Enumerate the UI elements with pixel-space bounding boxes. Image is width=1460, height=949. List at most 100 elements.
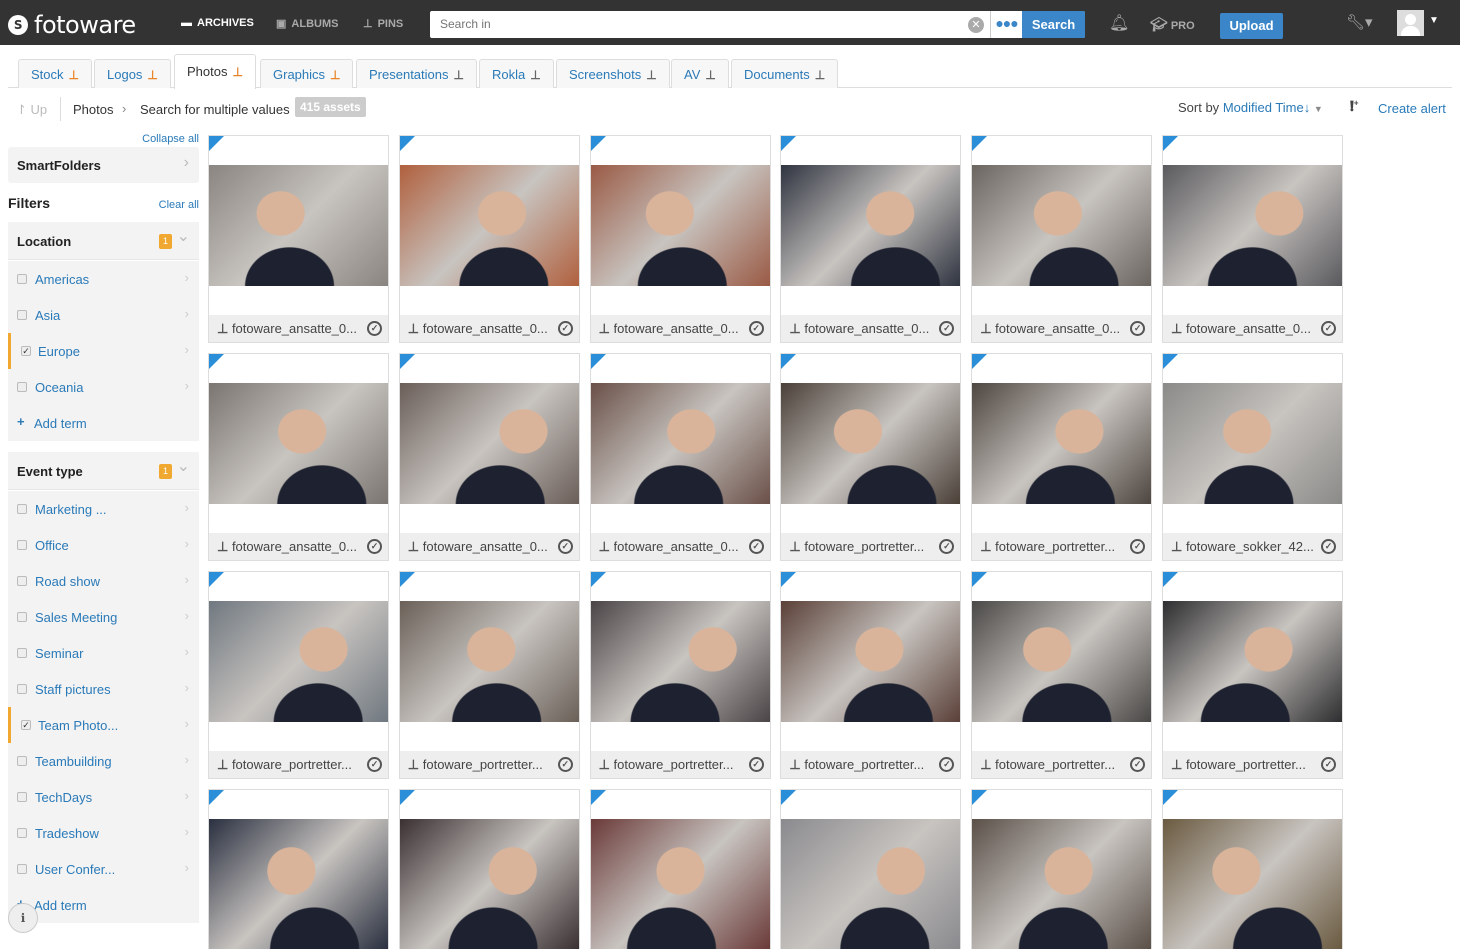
pin-icon[interactable]: ⊥ (408, 321, 423, 336)
asset-card[interactable] (399, 789, 580, 949)
checkbox[interactable] (17, 864, 27, 874)
filter-item[interactable]: Oceania› (8, 369, 199, 405)
up-button[interactable]: ↾ Up (16, 102, 47, 118)
search-button[interactable]: Search (1022, 11, 1085, 38)
asset-card[interactable]: ⊥ fotoware_portretter... ✓ (971, 353, 1152, 561)
asset-card[interactable]: ⊥ fotoware_ansatte_0...✓ (399, 353, 580, 561)
selection-corner[interactable] (209, 354, 224, 369)
filter-item[interactable]: Staff pictures› (8, 671, 199, 707)
asset-card[interactable]: ⊥ fotoware_ansatte_0...✓ (590, 135, 771, 343)
asset-thumbnail[interactable] (781, 601, 960, 722)
asset-card[interactable] (208, 789, 389, 949)
check-circle-icon[interactable]: ✓ (1130, 539, 1145, 554)
selection-corner[interactable] (591, 354, 606, 369)
chevron-down-icon[interactable]: ▼ (1429, 15, 1439, 26)
selection-corner[interactable] (972, 136, 987, 151)
bell-icon[interactable]: 🔔︎ (1109, 13, 1129, 33)
asset-card[interactable]: ⊥ fotoware_portretter...✓ (780, 571, 961, 779)
check-circle-icon[interactable]: ✓ (558, 321, 573, 336)
asset-card[interactable]: ⊥ fotoware_ansatte_0...✓ (780, 135, 961, 343)
pin-icon[interactable]: ⊥ (147, 68, 157, 82)
selection-corner[interactable] (781, 572, 796, 587)
clear-search-icon[interactable]: ✕ (968, 17, 984, 33)
checkbox[interactable] (17, 310, 27, 320)
asset-filename[interactable]: fotoware_portretter... (995, 533, 1123, 560)
pin-icon[interactable]: ⊥ (330, 68, 340, 82)
pin-icon[interactable]: ⊥ (1171, 321, 1186, 336)
selection-corner[interactable] (209, 136, 224, 151)
selection-corner[interactable] (1163, 136, 1178, 151)
asset-thumbnail[interactable] (1163, 819, 1342, 949)
pin-icon[interactable]: ⊥ (980, 539, 995, 554)
asset-filename[interactable]: fotoware_ansatte_0... (614, 315, 742, 342)
check-circle-icon[interactable]: ✓ (749, 539, 764, 554)
asset-thumbnail[interactable] (1163, 165, 1342, 286)
avatar[interactable] (1397, 10, 1424, 36)
asset-filename[interactable]: fotoware_portretter... (423, 751, 551, 778)
asset-thumbnail[interactable] (972, 819, 1151, 949)
asset-thumbnail[interactable] (972, 383, 1151, 504)
pin-icon[interactable]: ⊥ (530, 68, 540, 82)
selection-corner[interactable] (781, 354, 796, 369)
asset-card[interactable]: ⊥ fotoware_sokker_42...✓ (1162, 353, 1343, 561)
asset-card[interactable]: ⊥ fotoware_portretter...✓ (971, 571, 1152, 779)
asset-card[interactable] (590, 789, 771, 949)
selection-corner[interactable] (1163, 354, 1178, 369)
tab-screenshots[interactable]: Screenshots⊥ (556, 59, 670, 88)
info-icon[interactable]: ℹ (8, 903, 38, 933)
pin-icon[interactable]: ⊥ (408, 539, 423, 554)
check-circle-icon[interactable]: ✓ (939, 321, 954, 336)
asset-filename[interactable]: fotoware_portretter... (804, 533, 932, 560)
selection-corner[interactable] (400, 572, 415, 587)
asset-thumbnail[interactable] (209, 165, 388, 286)
checkbox[interactable] (17, 576, 27, 586)
chevron-down-icon[interactable]: ⌄ (177, 226, 190, 246)
selection-corner[interactable] (209, 790, 224, 805)
asset-thumbnail[interactable] (400, 819, 579, 949)
nav-pins[interactable]: ⊥PINS (363, 17, 403, 30)
check-circle-icon[interactable]: ✓ (558, 539, 573, 554)
clear-all-link[interactable]: Clear all (159, 199, 199, 211)
tab-av[interactable]: AV⊥ (671, 59, 729, 88)
selection-corner[interactable] (781, 790, 796, 805)
more-options-icon[interactable]: ●●● (990, 11, 1022, 38)
checkbox[interactable] (17, 504, 27, 514)
pin-icon[interactable]: ⊥ (217, 757, 232, 772)
pin-icon[interactable]: ⊥ (980, 321, 995, 336)
asset-filename[interactable]: fotoware_portretter... (1186, 751, 1314, 778)
pin-icon[interactable]: ⊥ (599, 539, 614, 554)
asset-card[interactable]: ⊥ fotoware_ansatte_0...✓ (1162, 135, 1343, 343)
nav-albums[interactable]: ▣ALBUMS (276, 17, 338, 30)
filter-item[interactable]: Americas› (8, 261, 199, 297)
filter-item[interactable]: Seminar› (8, 635, 199, 671)
asset-thumbnail[interactable] (781, 165, 960, 286)
check-circle-icon[interactable]: ✓ (749, 757, 764, 772)
check-circle-icon[interactable]: ✓ (367, 321, 382, 336)
selection-corner[interactable] (972, 790, 987, 805)
asset-filename[interactable]: fotoware_portretter... (232, 751, 360, 778)
asset-filename[interactable]: fotoware_ansatte_0... (423, 315, 551, 342)
asset-thumbnail[interactable] (591, 819, 770, 949)
asset-filename[interactable]: fotoware_ansatte_0... (1186, 315, 1314, 342)
asset-card[interactable]: ⊥ fotoware_portretter...✓ (208, 571, 389, 779)
asset-thumbnail[interactable] (972, 601, 1151, 722)
asset-filename[interactable]: fotoware_portretter... (614, 751, 742, 778)
filter-item[interactable]: Sales Meeting› (8, 599, 199, 635)
tab-rokla[interactable]: Rokla⊥ (479, 59, 554, 88)
pin-icon[interactable]: ⊥ (646, 68, 656, 82)
chevron-down-icon[interactable]: ⌄ (177, 456, 190, 476)
upload-button[interactable]: Upload (1220, 13, 1283, 39)
check-circle-icon[interactable]: ✓ (1130, 321, 1145, 336)
checkbox[interactable] (17, 792, 27, 802)
asset-card[interactable] (971, 789, 1152, 949)
selection-corner[interactable] (972, 354, 987, 369)
pin-icon[interactable]: ⊥ (815, 68, 825, 82)
asset-thumbnail[interactable] (400, 383, 579, 504)
asset-card[interactable]: ⊥ fotoware_portretter...✓ (1162, 571, 1343, 779)
asset-thumbnail[interactable] (591, 383, 770, 504)
asset-thumbnail[interactable] (972, 165, 1151, 286)
smartfolders-panel[interactable]: SmartFolders › (8, 147, 199, 183)
selection-corner[interactable] (1163, 572, 1178, 587)
checkbox[interactable] (17, 382, 27, 392)
checkbox[interactable] (17, 648, 27, 658)
